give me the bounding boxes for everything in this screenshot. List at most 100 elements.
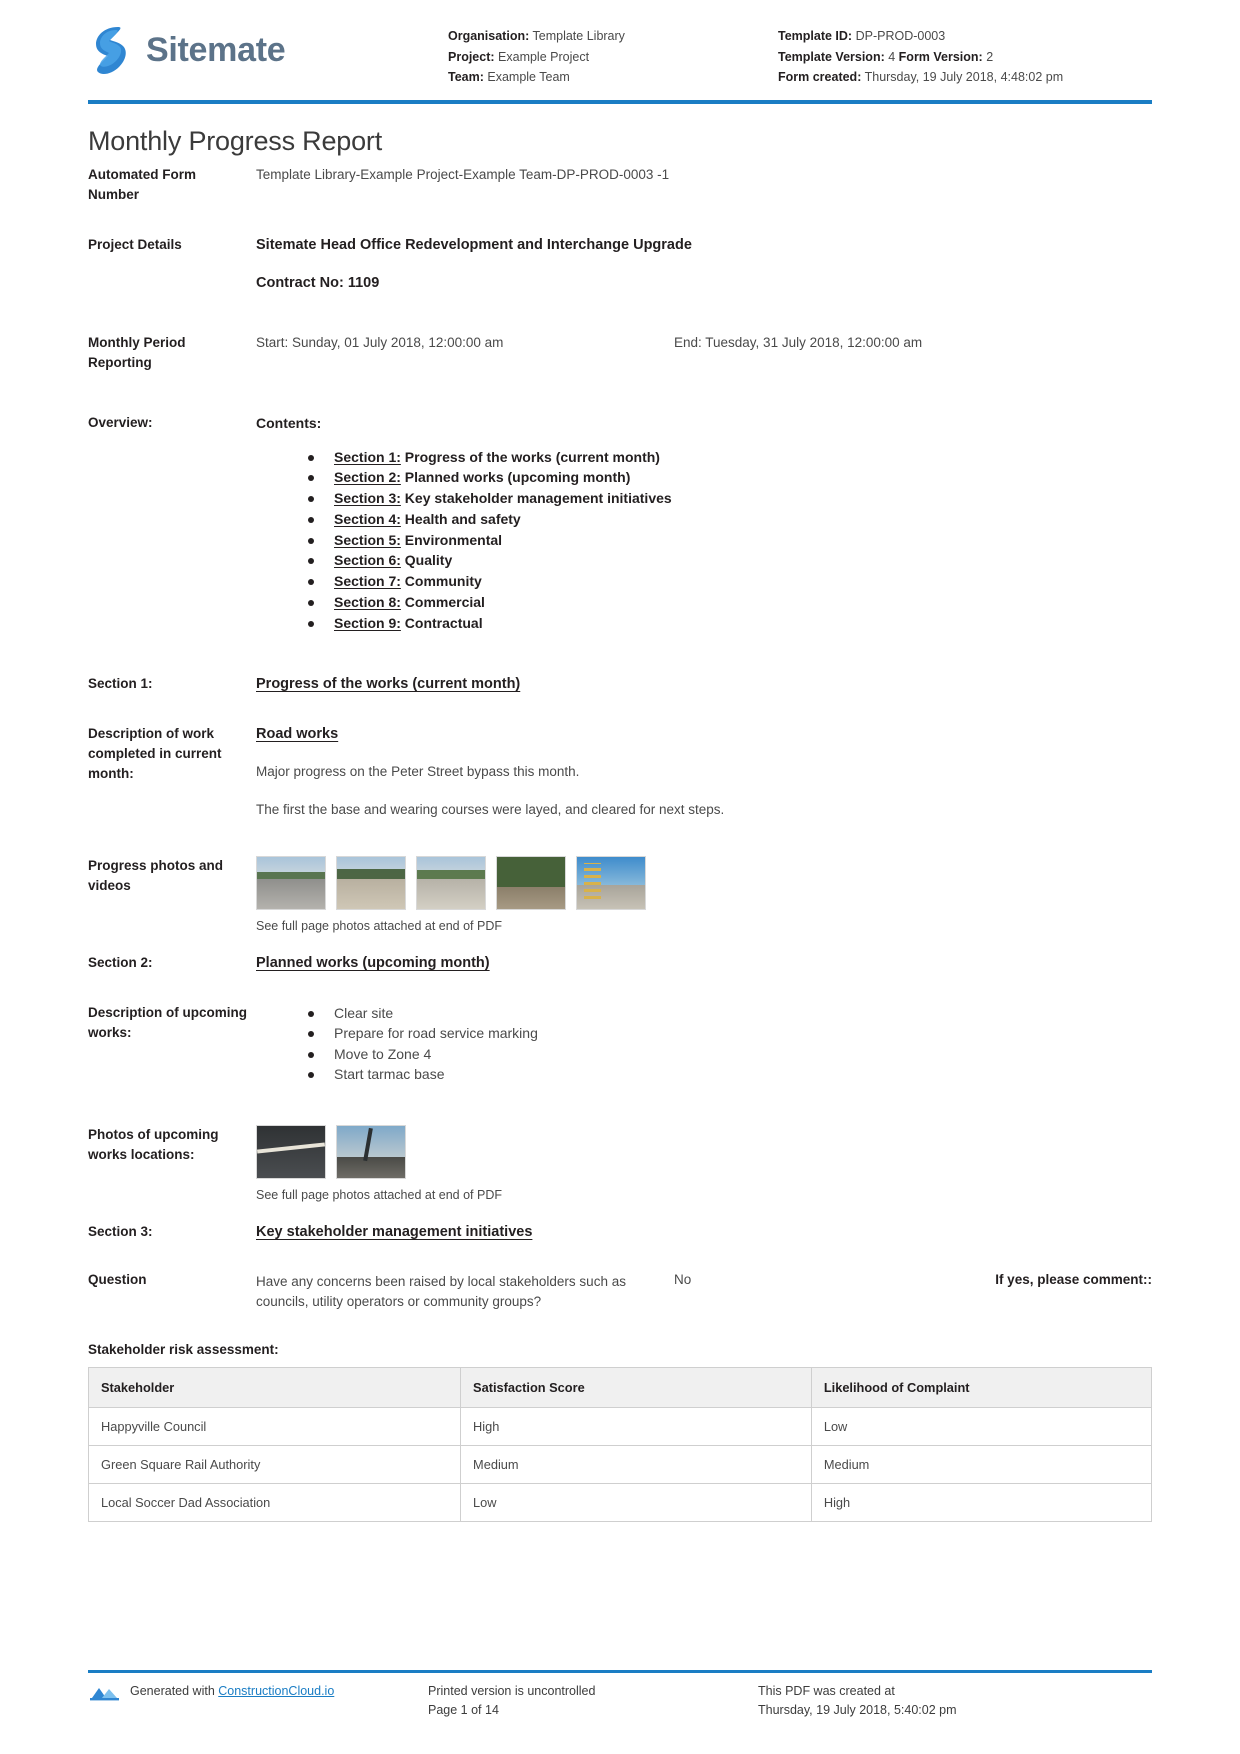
footer-created-at: This PDF was created at Thursday, 19 Jul… bbox=[758, 1682, 1152, 1720]
cell-stakeholder: Happyville Council bbox=[87, 1406, 462, 1446]
question-label: Question bbox=[88, 1271, 147, 1287]
meta-project-label: Project: bbox=[448, 49, 495, 64]
contents-section-link[interactable]: Section 4: bbox=[334, 511, 401, 527]
cell-likelihood: Low bbox=[810, 1406, 1153, 1446]
project-details-label: Project Details bbox=[88, 236, 182, 252]
progress-photo-thumbnail[interactable] bbox=[256, 855, 326, 910]
list-item[interactable]: Section 7: Community bbox=[308, 571, 1152, 592]
page-title: Monthly Progress Report bbox=[88, 125, 383, 156]
footer-created-value: Thursday, 19 July 2018, 5:40:02 pm bbox=[758, 1703, 957, 1717]
meta-template-id-value: DP-PROD-0003 bbox=[855, 29, 946, 43]
section-3-label: Section 3: bbox=[88, 1223, 153, 1239]
cell-satisfaction: Low bbox=[460, 1482, 812, 1522]
list-item: Clear site bbox=[308, 1003, 1152, 1024]
upcoming-photo-strip bbox=[256, 1124, 1152, 1179]
contents-section-link[interactable]: Section 1: bbox=[334, 449, 401, 465]
column-header-likelihood-of-complaint: Likelihood of Complaint bbox=[810, 1366, 1153, 1408]
list-item[interactable]: Section 2: Planned works (upcoming month… bbox=[308, 467, 1152, 488]
section-1-description: Description of work completed in current… bbox=[88, 724, 1152, 838]
table-row: Happyville Council High Low bbox=[87, 1406, 1153, 1446]
section-1-paragraph-2: The first the base and wearing courses w… bbox=[256, 801, 725, 817]
progress-photo-thumbnail[interactable] bbox=[336, 855, 406, 910]
section-3-question-row: Question Have any concerns been raised b… bbox=[88, 1272, 1152, 1312]
field-project-details: Project Details Sitemate Head Office Red… bbox=[88, 235, 1152, 255]
section-1-heading: Progress of the works (current month) bbox=[256, 675, 521, 692]
progress-photo-thumbnail[interactable] bbox=[496, 855, 566, 910]
section-2-label: Section 2: bbox=[88, 954, 153, 970]
contents-section-link[interactable]: Section 8: bbox=[334, 594, 401, 610]
progress-photos-caption: See full page photos attached at end of … bbox=[256, 918, 503, 933]
contents-section-link[interactable]: Section 7: bbox=[334, 573, 401, 589]
contents-section-text: Planned works (upcoming month) bbox=[400, 469, 631, 486]
contents-section-text: Progress of the works (current month) bbox=[400, 448, 660, 465]
contents-section-link[interactable]: Section 6: bbox=[334, 552, 401, 568]
question-text: Have any concerns been raised by local s… bbox=[256, 1273, 626, 1309]
section-2-photos: Photos of upcoming works locations: See … bbox=[88, 1124, 1152, 1204]
cell-likelihood: High bbox=[810, 1482, 1153, 1522]
meta-team: Team: Example Team bbox=[448, 67, 778, 88]
table-row: Green Square Rail Authority Medium Mediu… bbox=[87, 1444, 1153, 1484]
contents-section-text: Community bbox=[400, 573, 482, 590]
progress-photos-label: Progress photos and videos bbox=[88, 857, 224, 893]
section-2-header: Section 2: Planned works (upcoming month… bbox=[88, 953, 1152, 973]
contents-section-text: Health and safety bbox=[400, 510, 521, 527]
list-item[interactable]: Section 4: Health and safety bbox=[308, 509, 1152, 530]
meta-form-created: Form created: Thursday, 19 July 2018, 4:… bbox=[778, 67, 1218, 88]
list-item[interactable]: Section 8: Commercial bbox=[308, 592, 1152, 613]
footer-print-status: Printed version is uncontrolled Page 1 o… bbox=[428, 1682, 758, 1720]
list-item: Start tarmac base bbox=[308, 1064, 1152, 1085]
contents-list: Section 1: Progress of the works (curren… bbox=[256, 447, 1152, 634]
cell-likelihood: Medium bbox=[810, 1444, 1153, 1484]
question-answer: No bbox=[674, 1271, 692, 1287]
list-item[interactable]: Section 9: Contractual bbox=[308, 613, 1152, 634]
progress-photo-thumbnail[interactable] bbox=[416, 855, 486, 910]
section-1-header: Section 1: Progress of the works (curren… bbox=[88, 674, 1152, 694]
field-overview: Overview: Contents: Section 1: Progress … bbox=[88, 413, 1152, 634]
header-meta-right: Template ID: DP-PROD-0003 Template Versi… bbox=[778, 18, 1218, 88]
list-item[interactable]: Section 1: Progress of the works (curren… bbox=[308, 447, 1152, 468]
meta-template-version-label: Template Version: bbox=[778, 49, 885, 64]
monthly-period-label: Monthly Period Reporting bbox=[88, 334, 186, 370]
document-footer: Generated with ConstructionCloud.io Prin… bbox=[88, 1670, 1152, 1720]
footer-divider bbox=[88, 1670, 1152, 1673]
header-divider bbox=[88, 99, 1152, 104]
contents-section-link[interactable]: Section 9: bbox=[334, 615, 401, 631]
brand-name: Sitemate bbox=[146, 31, 286, 69]
meta-versions: Template Version: 4 Form Version: 2 bbox=[778, 47, 1218, 68]
section-3-heading: Key stakeholder management initiatives bbox=[256, 1223, 533, 1240]
document-body: Monthly Progress Report Automated Form N… bbox=[0, 126, 1240, 1522]
upcoming-photo-thumbnail[interactable] bbox=[256, 1124, 326, 1179]
contents-section-link[interactable]: Section 2: bbox=[334, 469, 401, 485]
meta-organisation-value: Template Library bbox=[532, 29, 625, 43]
column-header-satisfaction-score: Satisfaction Score bbox=[460, 1366, 812, 1408]
project-details-value: Sitemate Head Office Redevelopment and I… bbox=[256, 236, 692, 253]
section-2-description-label: Description of upcoming works: bbox=[88, 1004, 248, 1040]
progress-photo-thumbnail[interactable] bbox=[576, 855, 646, 910]
section-1-paragraph-1: Major progress on the Peter Street bypas… bbox=[256, 763, 580, 779]
meta-project: Project: Example Project bbox=[448, 47, 778, 68]
contents-section-link[interactable]: Section 5: bbox=[334, 532, 401, 548]
list-item[interactable]: Section 3: Key stakeholder management in… bbox=[308, 488, 1152, 509]
section-1-label: Section 1: bbox=[88, 675, 153, 691]
field-monthly-period: Monthly Period Reporting Start: Sunday, … bbox=[88, 333, 1152, 373]
footer-generated-prefix: Generated with bbox=[130, 1684, 219, 1698]
contract-no-value: Contract No: 1109 bbox=[256, 274, 380, 291]
list-item: Move to Zone 4 bbox=[308, 1044, 1152, 1065]
contents-section-link[interactable]: Section 3: bbox=[334, 490, 401, 506]
construction-cloud-link[interactable]: ConstructionCloud.io bbox=[218, 1684, 334, 1698]
question-comment-prompt: If yes, please comment:: bbox=[995, 1271, 1152, 1287]
section-2-description: Description of upcoming works: Clear sit… bbox=[88, 1003, 1152, 1085]
brand: Sitemate bbox=[88, 18, 448, 76]
list-item[interactable]: Section 5: Environmental bbox=[308, 530, 1152, 551]
header-meta-left: Organisation: Template Library Project: … bbox=[448, 18, 778, 88]
contents-section-text: Environmental bbox=[400, 531, 503, 548]
footer-created-label: This PDF was created at bbox=[758, 1684, 895, 1698]
section-3-header: Section 3: Key stakeholder management in… bbox=[88, 1222, 1152, 1242]
list-item[interactable]: Section 6: Quality bbox=[308, 550, 1152, 571]
contents-section-text: Contractual bbox=[400, 614, 483, 631]
overview-label: Overview: bbox=[88, 414, 153, 430]
list-item: Prepare for road service marking bbox=[308, 1023, 1152, 1044]
meta-form-created-label: Form created: bbox=[778, 70, 862, 84]
contents-section-text: Commercial bbox=[400, 594, 485, 611]
upcoming-photo-thumbnail[interactable] bbox=[336, 1124, 406, 1179]
